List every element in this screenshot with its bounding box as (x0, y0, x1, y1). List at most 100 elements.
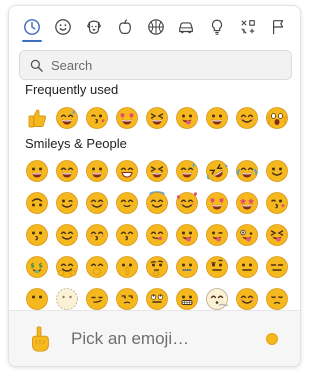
emoji-shush[interactable] (112, 252, 142, 282)
grin-icon (86, 160, 108, 182)
kiss-icon (26, 224, 48, 246)
skin-tone-button[interactable] (266, 332, 278, 345)
emoji-tongue-out[interactable] (172, 220, 202, 250)
emoji-beam[interactable] (112, 156, 142, 186)
zany-icon (236, 224, 258, 246)
emoji-hug[interactable] (52, 252, 82, 282)
search-input[interactable] (51, 57, 271, 73)
kiss-wink-icon (266, 192, 288, 214)
lightbulb-icon (212, 19, 223, 35)
tab-food[interactable] (112, 12, 138, 42)
emoji-smile-small[interactable] (112, 188, 142, 218)
tab-smileys[interactable] (50, 12, 76, 42)
emoji-wink[interactable] (52, 188, 82, 218)
emoji-smile-closed[interactable] (52, 220, 82, 250)
emoji-screaming[interactable] (262, 103, 292, 133)
emoji-upside-down[interactable] (22, 188, 52, 218)
exhale-icon (206, 288, 229, 310)
section-title-frequent: Frequently used (25, 82, 119, 97)
emoji-grin-eyes[interactable] (52, 156, 82, 186)
hearts-icon (176, 192, 198, 214)
emoji-hand-mouth[interactable] (82, 252, 112, 282)
search-box[interactable] (19, 50, 292, 80)
emoji-sweat-grin[interactable] (172, 156, 202, 186)
tab-flags[interactable] (266, 12, 292, 42)
tab-animals[interactable] (81, 12, 107, 42)
emoji-tongue[interactable] (172, 103, 202, 133)
emoji-rofl[interactable] (202, 156, 232, 186)
smile-closed-icon (56, 224, 78, 246)
smileys-grid: $ $ (22, 156, 292, 316)
thumbs-up-icon (28, 109, 47, 128)
emoji-heart-eyes[interactable] (202, 188, 232, 218)
smile-icon (266, 160, 288, 182)
emoji-smile-blush[interactable] (232, 103, 262, 133)
frequent-grid (22, 103, 292, 133)
emoji-zipper-mouth[interactable] (172, 252, 202, 282)
emoji-kiss-wink[interactable] (262, 188, 292, 218)
emoji-star-struck[interactable] (232, 188, 262, 218)
emoji-kiss[interactable] (22, 220, 52, 250)
emoji-neutral[interactable] (232, 252, 262, 282)
emoji-grin[interactable] (82, 156, 112, 186)
emoji-blush[interactable] (82, 188, 112, 218)
tab-recent[interactable] (19, 12, 45, 42)
emoji-hearts[interactable] (172, 188, 202, 218)
kiss-smile-icon (86, 224, 108, 246)
yum-icon (146, 224, 168, 246)
pointing-up-icon (32, 325, 49, 352)
emoji-thumbs-up[interactable] (22, 103, 52, 133)
emoji-yum[interactable] (142, 220, 172, 250)
emoji-grin-big[interactable] (22, 156, 52, 186)
emoji-halo[interactable] (142, 188, 172, 218)
emoji-squint-grin[interactable] (142, 156, 172, 186)
smile-blush-icon (236, 107, 258, 129)
car-icon (179, 22, 194, 34)
tab-travel[interactable] (173, 12, 199, 42)
kiss-wink-icon (86, 107, 108, 129)
emoji-grin[interactable] (202, 103, 232, 133)
sweat-grin-icon (176, 160, 198, 182)
emoji-preview (25, 324, 55, 354)
emoji-raised-eyebrow[interactable] (202, 252, 232, 282)
emoji-picker: Frequently used Smileys & People $$ Pick… (8, 5, 301, 367)
hug-icon (56, 256, 78, 278)
pensive-icon (266, 288, 288, 310)
emoji-kiss-wink[interactable] (82, 103, 112, 133)
emoji-expressionless[interactable] (262, 252, 292, 282)
emoji-joy[interactable] (232, 156, 262, 186)
kiss-closed-icon (116, 224, 138, 246)
emoji-kiss-closed[interactable] (112, 220, 142, 250)
think-icon (146, 256, 168, 278)
emoji-grin-sweat[interactable] (52, 103, 82, 133)
emoji-kiss-smile[interactable] (82, 220, 112, 250)
unamused-icon (116, 288, 138, 310)
heart-eyes-icon (206, 192, 228, 214)
emoji-money-mouth[interactable]: $ $ (22, 252, 52, 282)
tab-activity[interactable] (143, 12, 169, 42)
tab-symbols[interactable] (235, 12, 261, 42)
emoji-squint-grin[interactable] (142, 103, 172, 133)
joy-icon (236, 160, 258, 182)
shush-icon (116, 256, 138, 278)
emoji-heart-eyes[interactable] (112, 103, 142, 133)
emoji-smile[interactable] (262, 156, 292, 186)
tongue-wink-icon (206, 224, 228, 246)
squint-grin-icon (146, 160, 168, 182)
tab-objects[interactable] (204, 12, 230, 42)
screaming-icon (266, 107, 288, 129)
hand-mouth-icon (86, 256, 108, 278)
emoji-zany[interactable] (232, 220, 262, 250)
beam-icon (116, 160, 138, 182)
relieved-icon (236, 288, 258, 310)
rofl-icon (206, 160, 228, 182)
wink-icon (56, 192, 78, 214)
upside-down-icon (26, 192, 48, 214)
emoji-tongue-wink[interactable] (202, 220, 232, 250)
svg-text:$: $ (31, 263, 35, 270)
raised-eyebrow-icon (206, 256, 228, 278)
smile-small-icon (116, 192, 138, 214)
emoji-think[interactable] (142, 252, 172, 282)
section-title-smileys: Smileys & People (25, 136, 127, 151)
emoji-squint-tongue[interactable] (262, 220, 292, 250)
